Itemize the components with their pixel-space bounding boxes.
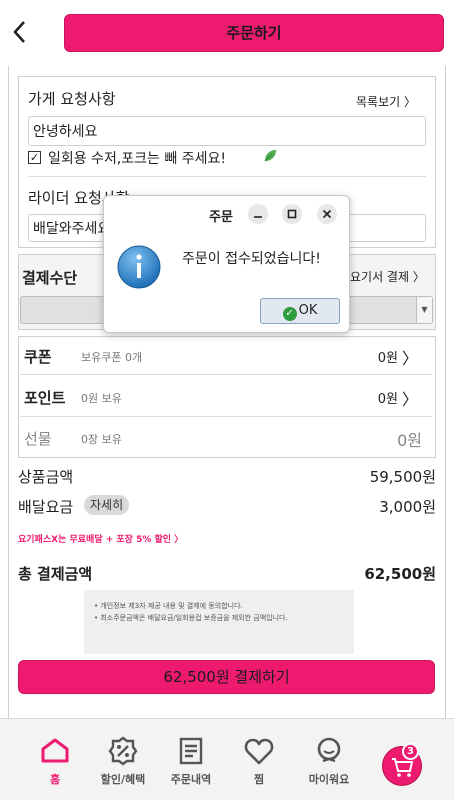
delivery-fee-label: 배달요금 xyxy=(18,498,74,516)
store-request-label: 가게 요청사항 xyxy=(28,90,116,108)
info-icon xyxy=(117,245,161,289)
home-icon xyxy=(41,738,69,763)
gift-value: 0원 xyxy=(397,431,422,450)
gift-title: 선물 xyxy=(24,430,52,448)
nav-label: 홈 xyxy=(49,773,61,786)
maximize-button[interactable] xyxy=(282,204,302,224)
nav-label: 찜 xyxy=(253,773,265,786)
detail-badge[interactable]: 자세히 xyxy=(84,495,130,515)
dialog-message: 주문이 접수되었습니다! xyxy=(182,251,321,267)
delivery-fee-value: 3,000원 xyxy=(379,498,436,516)
utensils-checkbox-label: 일회용 수저,포크는 빼 주세요! xyxy=(48,151,226,167)
notice-line: • 최소주문금액은 배달요금/일회용컵 보증금을 제외한 금액입니다. xyxy=(94,614,288,622)
dropdown-arrow-icon: ▼ xyxy=(416,297,432,323)
maximize-icon xyxy=(287,209,297,219)
utensils-checkbox[interactable]: ✓ xyxy=(28,151,41,164)
close-icon xyxy=(322,209,332,219)
leaf-icon xyxy=(262,148,278,168)
chevron-left-icon xyxy=(13,21,25,43)
close-button[interactable] xyxy=(317,204,337,224)
back-button[interactable] xyxy=(10,18,34,48)
check-circle-icon: ✓ xyxy=(282,307,297,321)
chevron-right-icon: 〉 xyxy=(401,390,418,409)
ok-label: OK xyxy=(298,303,318,318)
order-confirm-dialog: 주문 주문이 접수되었습니다! ✓ OK xyxy=(103,195,350,333)
nav-item-orders[interactable]: 주문내역 xyxy=(156,719,226,800)
divider xyxy=(20,374,432,375)
minimize-button[interactable] xyxy=(248,204,268,224)
notice-line: • 개인정보 제3자 제공 내용 및 결제에 동의합니다. xyxy=(94,602,243,610)
points-value: 0원 xyxy=(377,392,398,407)
pay-button[interactable]: 62,500원 결제하기 xyxy=(18,660,435,694)
cart-count-badge: 3 xyxy=(402,743,419,760)
minimize-icon xyxy=(254,216,262,218)
gift-owned: 0장 보유 xyxy=(81,433,122,446)
gift-row: 선물 0장 보유 0원 xyxy=(24,428,424,450)
total-value: 62,500원 xyxy=(364,565,436,583)
points-row[interactable]: 포인트 0원 보유 0원 〉 xyxy=(24,387,424,409)
nav-label: 마이워요 xyxy=(308,773,350,786)
nav-label: 주문내역 xyxy=(170,773,212,786)
coupon-owned: 보유쿠폰 0개 xyxy=(81,351,143,364)
pay-here-link[interactable]: 요기서 결제 〉 xyxy=(350,268,425,285)
payment-method-label: 결제수단 xyxy=(22,269,78,287)
profile-icon xyxy=(317,737,341,763)
nav-item-favorites[interactable]: 찜 xyxy=(224,719,294,800)
points-owned: 0원 보유 xyxy=(81,392,122,405)
product-amount-value: 59,500원 xyxy=(369,468,436,486)
receipt-icon xyxy=(179,737,203,765)
list-view-link[interactable]: 목록보기 〉 xyxy=(356,93,416,110)
total-label: 총 결제금액 xyxy=(18,565,93,583)
coupon-value: 0원 xyxy=(377,351,398,366)
divider xyxy=(20,416,432,417)
divider xyxy=(28,176,426,177)
product-amount-label: 상품금액 xyxy=(18,468,74,486)
coupon-row[interactable]: 쿠폰 보유쿠폰 0개 0원 〉 xyxy=(24,346,424,368)
nav-item-discount[interactable]: 할인/혜택 xyxy=(88,719,158,800)
ok-button[interactable]: ✓ OK xyxy=(260,298,340,324)
agreement-notice: • 개인정보 제3자 제공 내용 및 결제에 동의합니다. • 최소주문금액은 … xyxy=(84,590,354,654)
discount-icon xyxy=(108,736,138,766)
coupon-title: 쿠폰 xyxy=(24,348,52,366)
nav-label: 할인/혜택 xyxy=(100,773,146,786)
top-bar: 주문하기 xyxy=(0,0,454,66)
store-request-input[interactable] xyxy=(28,116,426,146)
chevron-right-icon: 〉 xyxy=(401,349,418,368)
dialog-title: 주문 xyxy=(209,210,233,225)
points-title: 포인트 xyxy=(24,389,66,407)
heart-icon xyxy=(244,738,274,765)
promo-banner[interactable]: 요기패스X는 무료배달 + 포장 5% 할인 〉 xyxy=(18,532,183,545)
nav-item-profile[interactable]: 마이워요 xyxy=(294,719,364,800)
dialog-titlebar[interactable]: 주문 xyxy=(104,196,349,232)
nav-item-home[interactable]: 홈 xyxy=(20,719,90,800)
page-title: 주문하기 xyxy=(64,14,444,52)
